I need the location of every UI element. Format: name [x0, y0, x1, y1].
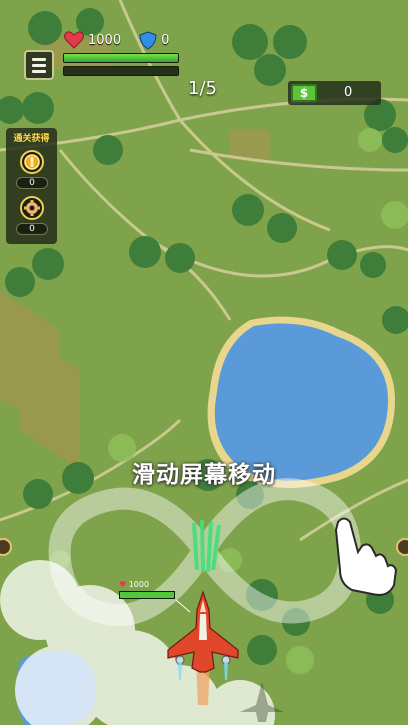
cash-panel: $ 0	[288, 81, 381, 105]
player-hp-label: ♥ 1000	[119, 580, 175, 599]
reward-count: 0	[16, 223, 48, 235]
shield-value: 0	[161, 32, 170, 48]
map-background	[0, 0, 408, 725]
gear-part-icon	[20, 196, 44, 220]
wave-counter: 1/5	[188, 78, 217, 99]
hp-bar	[63, 53, 179, 63]
player-hp-value: 1000	[128, 580, 150, 589]
player-hp-bar	[119, 591, 175, 599]
mini-heart-icon: ♥	[119, 580, 127, 589]
hp-row: 1000 0	[64, 30, 169, 50]
hp-bar-fill	[64, 54, 178, 62]
heart-icon	[64, 31, 84, 49]
stage-reward-panel: 通关获得 0 0	[6, 128, 57, 244]
shield-group: 0	[139, 30, 170, 50]
cash-icon: $	[291, 84, 317, 102]
shield-icon	[139, 30, 157, 50]
reward-count: 0	[16, 177, 48, 189]
hp-value: 1000	[88, 32, 122, 48]
exp-bar	[63, 66, 179, 76]
menu-button[interactable]	[24, 50, 54, 80]
cash-value: 0	[344, 85, 353, 100]
swipe-hint-text: 滑动屏幕移动	[132, 462, 276, 488]
gold-coin-icon	[20, 150, 44, 174]
reward-title: 通关获得	[13, 134, 50, 144]
